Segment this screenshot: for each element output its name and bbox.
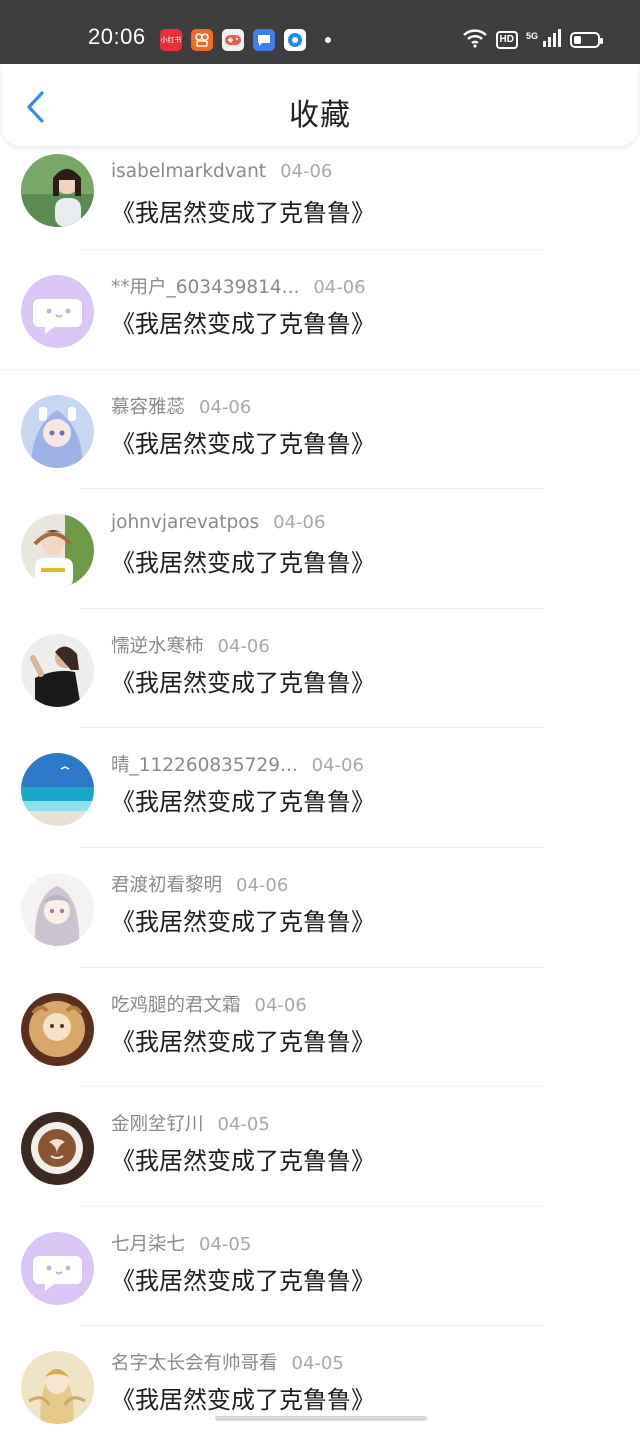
- favorite-content[interactable]: 《我居然变成了克鲁鲁》: [111, 1261, 375, 1296]
- username[interactable]: johnvjarevatpos: [111, 512, 259, 533]
- item-meta: 名字太长会有帅哥看 04-05: [111, 1349, 344, 1375]
- favorite-content[interactable]: 《我居然变成了克鲁鲁》: [111, 902, 375, 937]
- item-meta: 金刚坌钌川 04-05: [111, 1110, 270, 1136]
- avatar[interactable]: [21, 633, 94, 707]
- item-meta: 懦逆水寒柿 04-06: [111, 632, 270, 658]
- favorite-content[interactable]: 《我居然变成了克鲁鲁》: [111, 782, 375, 817]
- favorite-content[interactable]: 《我居然变成了克鲁鲁》: [111, 1022, 375, 1057]
- favorite-item[interactable]: 君渡初看黎明 04-06 《我居然变成了克鲁鲁》: [0, 848, 640, 968]
- favorite-item[interactable]: 慕容雅蕊 04-06 《我居然变成了克鲁鲁》: [0, 370, 640, 490]
- favorite-item[interactable]: 吃鸡腿的君文霜 04-06 《我居然变成了克鲁鲁》: [0, 968, 640, 1088]
- battery-level: [574, 36, 581, 44]
- favorite-item[interactable]: johnvjarevatpos 04-06 《我居然变成了克鲁鲁》: [0, 489, 640, 609]
- favorite-item[interactable]: **用户_603439814... 04-06 《我居然变成了克鲁鲁》: [0, 250, 640, 370]
- favorite-item[interactable]: isabelmarkdvant 04-06 《我居然变成了克鲁鲁》: [0, 146, 640, 250]
- avatar[interactable]: [21, 753, 94, 827]
- notification-app-icons: 小红书: [160, 29, 306, 51]
- favorite-item[interactable]: 名字太长会有帅哥看 04-05 《我居然变成了克鲁鲁》: [0, 1326, 640, 1446]
- username[interactable]: 名字太长会有帅哥看: [111, 1353, 278, 1374]
- avatar[interactable]: [21, 872, 94, 946]
- wifi-icon: [462, 28, 488, 52]
- date-label: 04-06: [313, 277, 366, 298]
- top-navigation-bar: 收藏: [2, 64, 638, 146]
- username[interactable]: 懦逆水寒柿: [111, 636, 204, 657]
- favorite-content[interactable]: 《我居然变成了克鲁鲁》: [111, 304, 375, 339]
- browser-icon: [284, 29, 306, 51]
- item-meta: 君渡初看黎明 04-06: [111, 871, 288, 897]
- username[interactable]: 君渡初看黎明: [111, 875, 222, 896]
- favorite-item[interactable]: 七月柒七 04-05 《我居然变成了克鲁鲁》: [0, 1207, 640, 1327]
- item-meta: **用户_603439814... 04-06: [111, 273, 366, 299]
- date-label: 04-06: [280, 161, 333, 182]
- date-label: 04-06: [311, 755, 364, 777]
- favorite-content[interactable]: 《我居然变成了克鲁鲁》: [111, 1380, 375, 1415]
- home-indicator[interactable]: [215, 1416, 427, 1421]
- system-indicators: HD 5G: [462, 28, 603, 52]
- date-label: 04-06: [254, 994, 307, 1016]
- favorites-list: isabelmarkdvant 04-06 《我居然变成了克鲁鲁》 **用户_60…: [0, 146, 640, 1446]
- item-meta: 慕容雅蕊 04-06: [111, 393, 251, 419]
- avatar[interactable]: [21, 275, 94, 348]
- favorite-content[interactable]: 《我居然变成了克鲁鲁》: [111, 1141, 375, 1176]
- message-icon: [253, 29, 275, 51]
- favorite-content[interactable]: 《我居然变成了克鲁鲁》: [111, 543, 375, 578]
- avatar[interactable]: [21, 1112, 94, 1186]
- favorite-item[interactable]: 懦逆水寒柿 04-06 《我居然变成了克鲁鲁》: [0, 609, 640, 729]
- item-meta: 晴_112260835729... 04-06: [111, 751, 364, 777]
- date-label: 04-05: [217, 1114, 270, 1136]
- username[interactable]: **用户_603439814...: [111, 277, 299, 298]
- favorite-content[interactable]: 《我居然变成了克鲁鲁》: [111, 663, 375, 698]
- avatar[interactable]: [21, 1351, 94, 1425]
- kuaishou-icon: [191, 29, 213, 51]
- hd-badge: HD: [495, 31, 518, 49]
- avatar[interactable]: [21, 394, 94, 468]
- status-time: 20:06: [88, 24, 146, 49]
- avatar[interactable]: [21, 1231, 94, 1305]
- avatar[interactable]: [21, 514, 94, 588]
- username[interactable]: 金刚坌钌川: [111, 1114, 204, 1135]
- item-meta: 吃鸡腿的君文霜 04-06: [111, 991, 307, 1017]
- date-label: 04-06: [199, 396, 252, 418]
- game-icon: [222, 29, 244, 51]
- date-label: 04-05: [291, 1353, 344, 1375]
- avatar[interactable]: [21, 992, 94, 1066]
- favorite-content[interactable]: 《我居然变成了克鲁鲁》: [111, 193, 375, 228]
- date-label: 04-06: [217, 635, 270, 657]
- page-title: 收藏: [289, 98, 351, 133]
- date-label: 04-06: [273, 512, 326, 534]
- item-meta: 七月柒七 04-05: [111, 1230, 251, 1256]
- battery-icon: [570, 32, 603, 48]
- network-label: 5G: [525, 30, 538, 41]
- item-meta: isabelmarkdvant 04-06: [111, 161, 332, 182]
- date-label: 04-06: [236, 874, 289, 896]
- favorite-item[interactable]: 金刚坌钌川 04-05 《我居然变成了克鲁鲁》: [0, 1087, 640, 1207]
- more-notifications-dot: [325, 37, 331, 43]
- signal-icon: [542, 29, 562, 51]
- username[interactable]: isabelmarkdvant: [111, 161, 266, 182]
- item-meta: johnvjarevatpos 04-06: [111, 512, 325, 533]
- username[interactable]: 慕容雅蕊: [111, 397, 185, 418]
- status-bar: 20:06 小红书 HD 5G: [0, 0, 640, 64]
- username[interactable]: 吃鸡腿的君文霜: [111, 995, 241, 1016]
- username[interactable]: 晴_112260835729...: [111, 755, 298, 776]
- favorite-item[interactable]: 晴_112260835729... 04-06 《我居然变成了克鲁鲁》: [0, 728, 640, 848]
- xiaohongshu-icon: 小红书: [160, 29, 182, 51]
- favorite-content[interactable]: 《我居然变成了克鲁鲁》: [111, 424, 375, 459]
- username[interactable]: 七月柒七: [111, 1234, 185, 1255]
- avatar[interactable]: [21, 154, 94, 227]
- date-label: 04-05: [199, 1233, 252, 1255]
